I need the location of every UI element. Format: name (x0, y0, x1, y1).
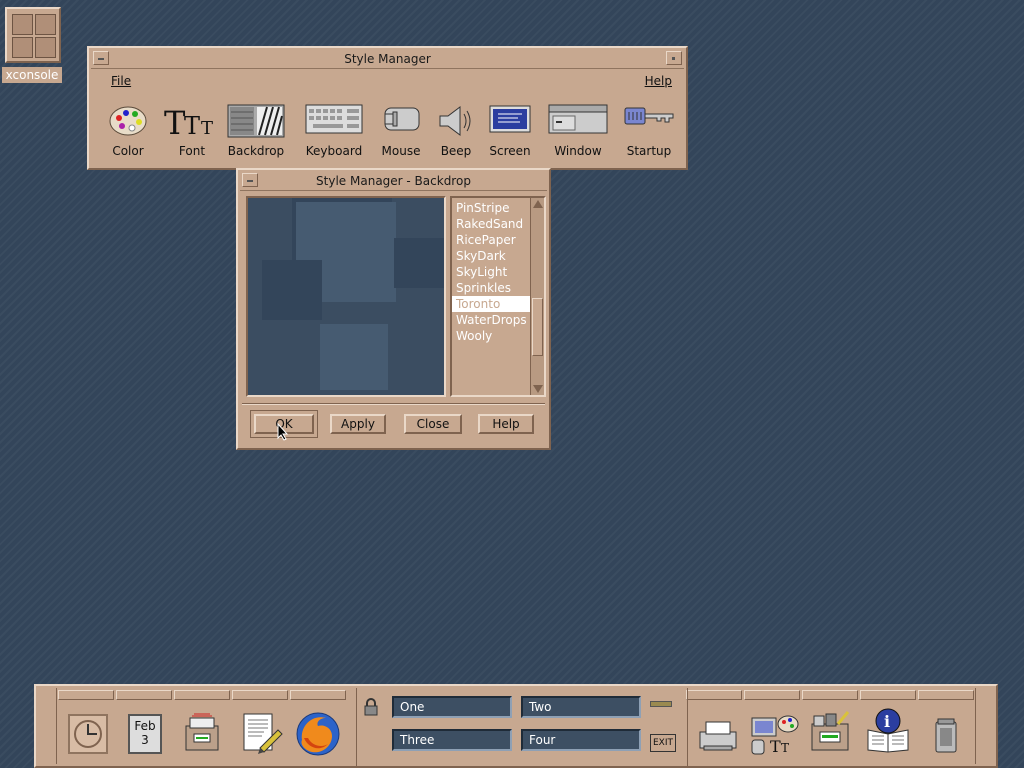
printer-icon[interactable] (696, 720, 740, 752)
scroll-up-arrow-icon[interactable] (533, 200, 543, 208)
tool-screen[interactable]: Screen (477, 98, 543, 160)
list-scrollbar[interactable] (530, 198, 544, 395)
backdrop-icon (227, 104, 285, 138)
text-editor-icon[interactable] (240, 712, 284, 756)
tool-color-label: Color (112, 144, 144, 158)
panel-left-handle[interactable] (38, 688, 57, 764)
apply-button[interactable]: Apply (330, 414, 386, 434)
subpanel-handle-9[interactable] (860, 690, 916, 700)
app-manager-icon[interactable] (808, 710, 852, 754)
menubar: File Help (91, 70, 684, 94)
list-item[interactable]: RakedSand (452, 216, 530, 232)
list-item[interactable]: Wooly (452, 328, 530, 344)
subpanel-handle-10[interactable] (918, 690, 974, 700)
menu-file[interactable]: File (111, 74, 131, 88)
list-item[interactable]: RicePaper (452, 232, 530, 248)
list-item[interactable]: WaterDrops (452, 312, 530, 328)
font-icon: TT T (164, 104, 213, 138)
front-panel: Feb 3 One Two Three Four EXIT TT i (34, 684, 998, 768)
list-item[interactable]: Sprinkles (452, 280, 530, 296)
mouse-cursor-icon (277, 423, 289, 441)
mouse-icon (384, 107, 420, 131)
palette-icon (109, 106, 147, 136)
xconsole-desktop-icon[interactable]: xconsole (2, 5, 62, 83)
tool-startup-label: Startup (626, 144, 672, 158)
calendar-day: 3 (141, 733, 149, 747)
tool-font-label: Font (178, 144, 206, 158)
subpanel-handle-4[interactable] (232, 690, 288, 700)
list-item-selected[interactable]: Toronto (452, 296, 530, 312)
tool-font[interactable]: TTT Font (159, 98, 225, 160)
workspace-four-button[interactable]: Four (521, 729, 641, 751)
subpanel-handle-5[interactable] (290, 690, 346, 700)
trash-icon[interactable] (934, 718, 958, 754)
file-manager-icon[interactable] (182, 712, 222, 754)
backdrop-dialog: Style Manager - Backdrop PinStripe Raked… (236, 168, 551, 450)
tool-window-label: Window (554, 144, 602, 158)
svg-text:T: T (770, 737, 781, 756)
svg-text:T: T (201, 118, 213, 138)
dialog-menu-button[interactable] (242, 173, 258, 187)
tool-window[interactable]: Window (545, 98, 611, 160)
help-manager-icon[interactable]: i (864, 708, 912, 754)
calendar-icon[interactable]: Feb 3 (128, 714, 162, 754)
backdrop-dialog-title: Style Manager - Backdrop (316, 174, 471, 188)
help-button[interactable]: Help (478, 414, 534, 434)
scroll-down-arrow-icon[interactable] (533, 385, 543, 393)
style-manager-window: Style Manager File Help Color TTT Font B… (87, 46, 688, 170)
style-manager-title: Style Manager (344, 52, 431, 66)
tool-backdrop-label: Backdrop (227, 144, 285, 158)
web-browser-icon[interactable] (294, 710, 342, 758)
clock-icon[interactable] (68, 714, 108, 754)
backdrop-preview (246, 196, 446, 397)
xconsole-icon (5, 7, 61, 63)
busy-indicator (650, 701, 672, 707)
key-icon (624, 107, 674, 125)
tool-color[interactable]: Color (95, 98, 161, 160)
calendar-month: Feb (134, 719, 156, 733)
subpanel-handle-3[interactable] (174, 690, 230, 700)
style-manager-icon[interactable]: TT (750, 712, 800, 756)
list-item[interactable]: PinStripe (452, 200, 530, 216)
svg-text:i: i (884, 712, 890, 731)
svg-text:T: T (164, 104, 186, 138)
tool-startup[interactable]: Startup (616, 98, 682, 160)
list-item[interactable]: SkyDark (452, 248, 530, 264)
workspace-two-button[interactable]: Two (521, 696, 641, 718)
panel-right-handle[interactable] (975, 688, 994, 764)
svg-text:T: T (184, 112, 200, 138)
style-tools: Color TTT Font Backdrop Keyboard Mouse B… (95, 98, 680, 160)
tool-backdrop[interactable]: Backdrop (223, 98, 289, 160)
keyboard-icon (305, 104, 363, 134)
exit-button[interactable]: EXIT (650, 734, 676, 752)
list-item[interactable]: SkyLight (452, 264, 530, 280)
close-button[interactable]: Close (404, 414, 462, 434)
workspace-three-button[interactable]: Three (392, 729, 512, 751)
tool-keyboard[interactable]: Keyboard (301, 98, 367, 160)
backdrop-dialog-titlebar[interactable]: Style Manager - Backdrop (240, 172, 547, 191)
window-icon (548, 104, 608, 134)
speaker-icon (439, 106, 471, 136)
subpanel-handle-8[interactable] (802, 690, 858, 700)
window-menu-button[interactable] (93, 51, 109, 65)
svg-text:T: T (781, 741, 789, 755)
backdrop-list[interactable]: PinStripe RakedSand RicePaper SkyDark Sk… (450, 196, 546, 397)
tool-keyboard-label: Keyboard (305, 144, 363, 158)
subpanel-handle-2[interactable] (116, 690, 172, 700)
workspace-one-button[interactable]: One (392, 696, 512, 718)
style-manager-titlebar[interactable]: Style Manager (91, 50, 684, 69)
subpanel-handle-1[interactable] (58, 690, 114, 700)
subpanel-handle-7[interactable] (744, 690, 800, 700)
dialog-separator (242, 403, 545, 405)
monitor-icon (489, 105, 531, 133)
subpanel-handle-6[interactable] (686, 690, 742, 700)
backdrop-list-items: PinStripe RakedSand RicePaper SkyDark Sk… (452, 200, 530, 344)
minimize-button[interactable] (666, 51, 682, 65)
menu-help[interactable]: Help (645, 74, 672, 88)
scroll-thumb[interactable] (532, 298, 543, 356)
xconsole-label: xconsole (2, 67, 62, 83)
tool-screen-label: Screen (489, 144, 531, 158)
